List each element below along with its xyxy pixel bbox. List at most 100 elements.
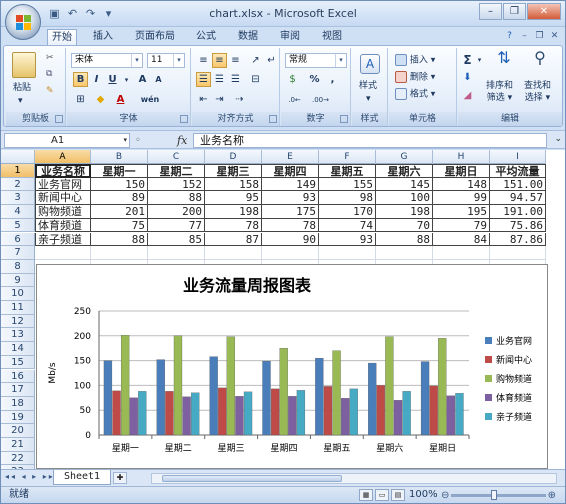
merge-center-icon[interactable]: ⊟ [248,72,263,87]
column-header-b[interactable]: B [91,150,148,164]
value-cell[interactable]: 93 [319,232,376,247]
wrap-text-icon[interactable]: ↵ [264,53,279,68]
align-left-icon[interactable]: ☰ [196,72,211,87]
value-cell[interactable]: 95 [205,191,262,206]
borders-icon[interactable]: ⊞ [73,92,88,107]
styles-button[interactable]: 样式 [359,80,377,92]
paste-button[interactable]: 粘贴 [13,82,31,94]
value-cell[interactable]: 90 [262,232,319,247]
minimize-button[interactable]: – [479,3,502,20]
value-cell[interactable]: 78 [262,218,319,233]
value-cell[interactable]: 152 [148,177,205,192]
header-cell[interactable]: 星期三 [205,164,262,178]
sort-filter-icon[interactable]: ⇅ [492,50,516,74]
sheet-tab-sheet1[interactable]: Sheet1 [53,470,111,485]
name-box-dropdown-icon[interactable]: ▾ [123,134,127,147]
row-header-2[interactable]: 2 [1,177,35,192]
insert-sheet-icon[interactable]: ✚ [113,472,127,484]
column-header-c[interactable]: C [148,150,205,164]
header-cell[interactable]: 星期日 [433,164,490,178]
orientation-icon[interactable]: ↗ [248,53,263,68]
column-header-f[interactable]: F [319,150,376,164]
value-cell[interactable]: 198 [376,205,433,219]
value-cell[interactable]: 87.86 [490,232,546,247]
value-cell[interactable]: 191.00 [490,205,546,219]
row-header-9[interactable]: 9 [1,273,35,288]
zoom-slider-knob[interactable] [491,490,497,500]
column-header-h[interactable]: H [433,150,490,164]
zoom-in-icon[interactable]: ⊕ [548,488,556,504]
tab-insert[interactable]: 插入 [89,29,117,45]
value-cell[interactable]: 175 [262,205,319,219]
find-select-icon[interactable]: ⚲ [528,50,552,74]
value-cell[interactable]: 88 [376,232,433,247]
office-button[interactable] [5,4,41,40]
tab-view[interactable]: 视图 [318,29,346,45]
row-label-cell[interactable]: 亲子频道 [35,232,91,247]
value-cell[interactable]: 77 [148,218,205,233]
column-header-a[interactable]: A [35,150,91,164]
value-cell[interactable]: 99 [433,191,490,206]
styles-dropdown-icon[interactable]: ▾ [366,93,371,105]
row-header-8[interactable]: 8 [1,259,35,274]
row-header-7[interactable]: 7 [1,246,35,260]
chart[interactable]: 业务流量周报图表 0 50 100 150 200 250 Mb/s 星期一 星期二 星期三 星期四 星… [36,264,548,469]
row-header-16[interactable]: 16 [1,369,35,384]
italic-button[interactable]: I [89,72,104,87]
row-label-cell[interactable]: 体育频道 [35,218,91,233]
value-cell[interactable]: 151.00 [490,177,546,192]
empty-cell[interactable] [433,246,490,260]
value-cell[interactable]: 198 [205,205,262,219]
row-header-1[interactable]: 1 [1,164,35,178]
empty-cell[interactable] [91,246,148,260]
normal-view-icon[interactable]: ▦ [359,489,373,501]
empty-cell[interactable] [262,246,319,260]
header-cell[interactable]: 星期四 [262,164,319,178]
font-name-combo[interactable]: 宋体 ▾ [71,53,143,68]
align-top-icon[interactable]: ≡ [196,53,211,68]
value-cell[interactable]: 79 [433,218,490,233]
value-cell[interactable]: 195 [433,205,490,219]
value-cell[interactable]: 94.57 [490,191,546,206]
value-cell[interactable]: 93 [262,191,319,206]
align-right-icon[interactable]: ☰ [228,72,243,87]
page-layout-view-icon[interactable]: ▭ [375,489,389,501]
row-header-5[interactable]: 5 [1,218,35,233]
value-cell[interactable]: 74 [319,218,376,233]
value-cell[interactable]: 75 [91,218,148,233]
copy-icon[interactable]: ⧉ [46,68,52,80]
row-header-3[interactable]: 3 [1,191,35,206]
column-header-g[interactable]: G [376,150,433,164]
insert-function-button[interactable]: fx [177,133,187,148]
workbook-minimize-button[interactable]: – [518,30,531,42]
clear-icon[interactable]: ◢ [460,88,475,103]
number-launcher-icon[interactable] [340,115,348,123]
empty-cell[interactable] [319,246,376,260]
horizontal-scrollbar[interactable] [151,473,557,484]
align-bottom-icon[interactable]: ≡ [228,53,243,68]
value-cell[interactable]: 84 [433,232,490,247]
empty-cell[interactable] [376,246,433,260]
header-cell[interactable]: 星期五 [319,164,376,178]
font-color-button[interactable]: A [113,92,128,107]
value-cell[interactable]: 70 [376,218,433,233]
value-cell[interactable]: 89 [91,191,148,206]
restore-button[interactable]: ❐ [503,3,526,20]
sheet-nav-buttons[interactable]: ◂◂ ◂ ▸ ▸▸ [5,472,55,481]
formula-input[interactable]: 业务名称 [193,133,547,148]
align-center-icon[interactable]: ☰ [212,72,227,87]
alignment-launcher-icon[interactable] [269,115,277,123]
text-direction-icon[interactable]: ⇢ [232,92,247,107]
empty-cell[interactable] [35,246,91,260]
value-cell[interactable]: 150 [91,177,148,192]
column-header-e[interactable]: E [262,150,319,164]
phonetic-button[interactable]: wén [137,92,163,107]
row-header-13[interactable]: 13 [1,328,35,343]
value-cell[interactable]: 98 [319,191,376,206]
font-launcher-icon[interactable] [180,115,188,123]
value-cell[interactable]: 200 [148,205,205,219]
close-button[interactable]: ✕ [527,3,561,20]
value-cell[interactable]: 158 [205,177,262,192]
value-cell[interactable]: 87 [205,232,262,247]
increase-decimal-icon[interactable]: .0← [287,92,302,107]
